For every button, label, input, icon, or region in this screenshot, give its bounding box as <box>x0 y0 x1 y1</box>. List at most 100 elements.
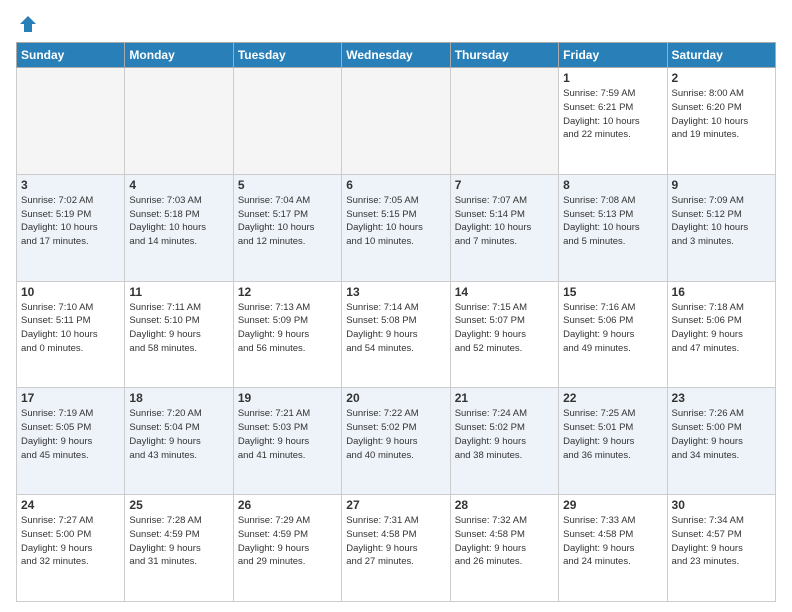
calendar-week-row: 24 Sunrise: 7:27 AMSunset: 5:00 PMDayligh… <box>17 495 776 602</box>
day-info: Sunrise: 7:14 AMSunset: 5:08 PMDaylight:… <box>346 301 445 356</box>
day-info: Sunrise: 7:20 AMSunset: 5:04 PMDaylight:… <box>129 407 228 462</box>
day-info: Sunrise: 7:05 AMSunset: 5:15 PMDaylight:… <box>346 194 445 249</box>
day-number: 12 <box>238 285 337 299</box>
calendar-week-row: 1 Sunrise: 7:59 AMSunset: 6:21 PMDaylight… <box>17 68 776 175</box>
calendar-cell: 26Sunrise: 7:29 AMSunset: 4:59 PMDayligh… <box>233 495 341 602</box>
day-info: Sunrise: 7:02 AMSunset: 5:19 PMDaylight:… <box>21 194 120 249</box>
logo-text <box>16 16 38 36</box>
calendar-cell: 11 Sunrise: 7:11 AMSunset: 5:10 PMDayligh… <box>125 281 233 388</box>
weekday-header: Sunday <box>17 43 125 68</box>
calendar-cell: 1 Sunrise: 7:59 AMSunset: 6:21 PMDaylight… <box>559 68 667 175</box>
header <box>16 16 776 34</box>
day-number: 21 <box>455 391 554 405</box>
calendar-table: SundayMondayTuesdayWednesdayThursdayFrid… <box>16 42 776 602</box>
calendar-cell: 3 Sunrise: 7:02 AMSunset: 5:19 PMDaylight… <box>17 174 125 281</box>
day-number: 5 <box>238 178 337 192</box>
calendar-cell: 10 Sunrise: 7:10 AMSunset: 5:11 PMDayligh… <box>17 281 125 388</box>
day-info: Sunrise: 7:15 AMSunset: 5:07 PMDaylight:… <box>455 301 554 356</box>
day-number: 15 <box>563 285 662 299</box>
day-info: Sunrise: 7:25 AMSunset: 5:01 PMDaylight:… <box>563 407 662 462</box>
calendar-cell <box>342 68 450 175</box>
day-info: Sunrise: 7:27 AMSunset: 5:00 PMDaylight:… <box>21 514 120 569</box>
day-number: 19 <box>238 391 337 405</box>
calendar-week-row: 17Sunrise: 7:19 AMSunset: 5:05 PMDayligh… <box>17 388 776 495</box>
weekday-header: Thursday <box>450 43 558 68</box>
calendar-cell <box>450 68 558 175</box>
day-number: 27 <box>346 498 445 512</box>
day-number: 4 <box>129 178 228 192</box>
calendar-cell: 7 Sunrise: 7:07 AMSunset: 5:14 PMDaylight… <box>450 174 558 281</box>
page: SundayMondayTuesdayWednesdayThursdayFrid… <box>0 0 792 612</box>
calendar-cell: 28 Sunrise: 7:32 AMSunset: 4:58 PMDayligh… <box>450 495 558 602</box>
calendar-week-row: 10 Sunrise: 7:10 AMSunset: 5:11 PMDayligh… <box>17 281 776 388</box>
day-number: 23 <box>672 391 771 405</box>
weekday-header: Monday <box>125 43 233 68</box>
day-info: Sunrise: 7:26 AMSunset: 5:00 PMDaylight:… <box>672 407 771 462</box>
day-number: 30 <box>672 498 771 512</box>
day-info: Sunrise: 7:21 AMSunset: 5:03 PMDaylight:… <box>238 407 337 462</box>
day-number: 13 <box>346 285 445 299</box>
calendar-cell: 13 Sunrise: 7:14 AMSunset: 5:08 PMDayligh… <box>342 281 450 388</box>
weekday-header: Tuesday <box>233 43 341 68</box>
day-number: 14 <box>455 285 554 299</box>
day-info: Sunrise: 7:07 AMSunset: 5:14 PMDaylight:… <box>455 194 554 249</box>
day-number: 6 <box>346 178 445 192</box>
calendar-cell: 16 Sunrise: 7:18 AMSunset: 5:06 PMDayligh… <box>667 281 775 388</box>
day-number: 24 <box>21 498 120 512</box>
weekday-header: Wednesday <box>342 43 450 68</box>
day-info: Sunrise: 7:31 AMSunset: 4:58 PMDaylight:… <box>346 514 445 569</box>
day-number: 8 <box>563 178 662 192</box>
day-info: Sunrise: 7:18 AMSunset: 5:06 PMDaylight:… <box>672 301 771 356</box>
day-info: Sunrise: 7:59 AMSunset: 6:21 PMDaylight:… <box>563 87 662 142</box>
calendar-cell <box>125 68 233 175</box>
calendar-cell: 14 Sunrise: 7:15 AMSunset: 5:07 PMDayligh… <box>450 281 558 388</box>
day-number: 9 <box>672 178 771 192</box>
day-number: 11 <box>129 285 228 299</box>
day-info: Sunrise: 7:13 AMSunset: 5:09 PMDaylight:… <box>238 301 337 356</box>
day-number: 1 <box>563 71 662 85</box>
day-number: 10 <box>21 285 120 299</box>
day-info: Sunrise: 7:03 AMSunset: 5:18 PMDaylight:… <box>129 194 228 249</box>
calendar-cell: 18 Sunrise: 7:20 AMSunset: 5:04 PMDayligh… <box>125 388 233 495</box>
calendar-cell <box>17 68 125 175</box>
day-number: 29 <box>563 498 662 512</box>
day-info: Sunrise: 7:11 AMSunset: 5:10 PMDaylight:… <box>129 301 228 356</box>
calendar-cell: 22 Sunrise: 7:25 AMSunset: 5:01 PMDayligh… <box>559 388 667 495</box>
logo <box>16 16 38 34</box>
calendar-cell: 25Sunrise: 7:28 AMSunset: 4:59 PMDayligh… <box>125 495 233 602</box>
calendar-cell: 9 Sunrise: 7:09 AMSunset: 5:12 PMDaylight… <box>667 174 775 281</box>
day-number: 3 <box>21 178 120 192</box>
calendar-cell: 24 Sunrise: 7:27 AMSunset: 5:00 PMDayligh… <box>17 495 125 602</box>
day-number: 18 <box>129 391 228 405</box>
day-info: Sunrise: 7:10 AMSunset: 5:11 PMDaylight:… <box>21 301 120 356</box>
day-number: 28 <box>455 498 554 512</box>
calendar-cell: 15 Sunrise: 7:16 AMSunset: 5:06 PMDayligh… <box>559 281 667 388</box>
day-info: Sunrise: 7:16 AMSunset: 5:06 PMDaylight:… <box>563 301 662 356</box>
day-info: Sunrise: 7:32 AMSunset: 4:58 PMDaylight:… <box>455 514 554 569</box>
day-info: Sunrise: 7:08 AMSunset: 5:13 PMDaylight:… <box>563 194 662 249</box>
weekday-header: Saturday <box>667 43 775 68</box>
day-info: Sunrise: 7:04 AMSunset: 5:17 PMDaylight:… <box>238 194 337 249</box>
day-info: Sunrise: 7:22 AMSunset: 5:02 PMDaylight:… <box>346 407 445 462</box>
calendar-cell: 6 Sunrise: 7:05 AMSunset: 5:15 PMDaylight… <box>342 174 450 281</box>
calendar-cell: 27 Sunrise: 7:31 AMSunset: 4:58 PMDayligh… <box>342 495 450 602</box>
day-info: Sunrise: 7:09 AMSunset: 5:12 PMDaylight:… <box>672 194 771 249</box>
weekday-header: Friday <box>559 43 667 68</box>
calendar-week-row: 3 Sunrise: 7:02 AMSunset: 5:19 PMDaylight… <box>17 174 776 281</box>
day-info: Sunrise: 7:28 AMSunset: 4:59 PMDaylight:… <box>129 514 228 569</box>
day-info: Sunrise: 7:29 AMSunset: 4:59 PMDaylight:… <box>238 514 337 569</box>
day-number: 16 <box>672 285 771 299</box>
calendar-cell: 4 Sunrise: 7:03 AMSunset: 5:18 PMDaylight… <box>125 174 233 281</box>
calendar-header-row: SundayMondayTuesdayWednesdayThursdayFrid… <box>17 43 776 68</box>
calendar-cell: 21Sunrise: 7:24 AMSunset: 5:02 PMDayligh… <box>450 388 558 495</box>
day-number: 17 <box>21 391 120 405</box>
calendar-cell: 23 Sunrise: 7:26 AMSunset: 5:00 PMDayligh… <box>667 388 775 495</box>
calendar-cell: 8 Sunrise: 7:08 AMSunset: 5:13 PMDaylight… <box>559 174 667 281</box>
calendar-cell <box>233 68 341 175</box>
calendar-cell: 29Sunrise: 7:33 AMSunset: 4:58 PMDayligh… <box>559 495 667 602</box>
day-number: 7 <box>455 178 554 192</box>
day-info: Sunrise: 8:00 AMSunset: 6:20 PMDaylight:… <box>672 87 771 142</box>
day-number: 2 <box>672 71 771 85</box>
day-number: 22 <box>563 391 662 405</box>
calendar-cell: 5 Sunrise: 7:04 AMSunset: 5:17 PMDaylight… <box>233 174 341 281</box>
